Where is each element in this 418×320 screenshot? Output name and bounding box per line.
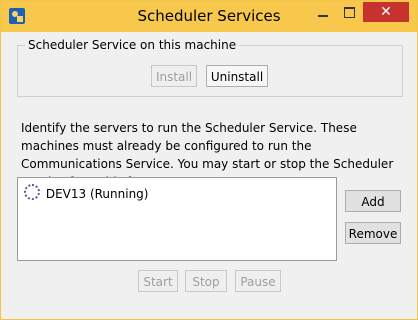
add-button[interactable]: Add <box>345 190 401 212</box>
title-bar: Scheduler Services ✕ <box>1 1 417 32</box>
uninstall-button[interactable]: Uninstall <box>206 65 268 87</box>
start-button[interactable]: Start <box>138 270 178 292</box>
maximize-button[interactable] <box>336 2 363 22</box>
pause-button[interactable]: Pause <box>235 270 281 292</box>
stop-button[interactable]: Stop <box>185 270 227 292</box>
list-item[interactable]: DEV13 (Running) <box>24 184 149 201</box>
remove-button[interactable]: Remove <box>345 222 401 244</box>
server-label: DEV13 (Running) <box>45 187 149 201</box>
close-button[interactable]: ✕ <box>363 2 409 22</box>
groupbox-label: Scheduler Service on this machine <box>25 38 240 52</box>
servers-list[interactable]: DEV13 (Running) <box>17 177 337 261</box>
install-button[interactable]: Install <box>151 65 197 87</box>
gear-icon <box>24 184 40 200</box>
minimize-button[interactable] <box>309 2 336 22</box>
scheduler-services-window: Scheduler Services ✕ Scheduler Service o… <box>0 0 418 320</box>
